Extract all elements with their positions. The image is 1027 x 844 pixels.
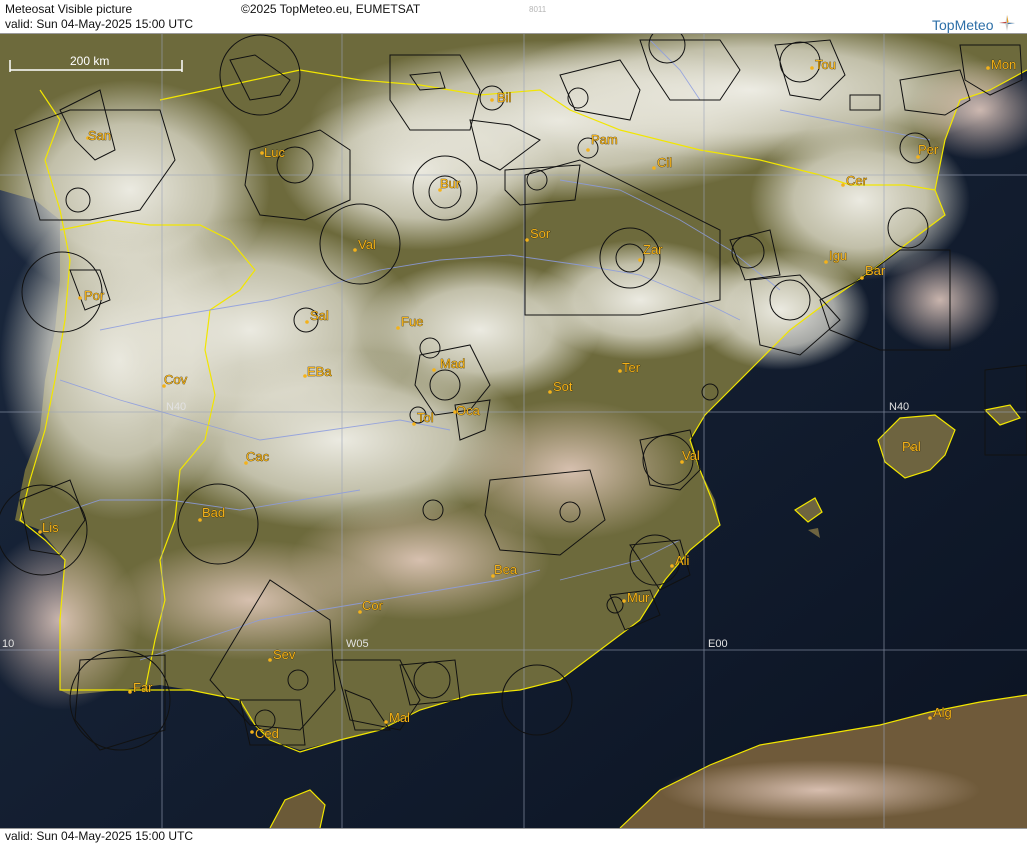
place-label: Mon — [991, 57, 1016, 72]
place-per[interactable]: Per — [916, 142, 939, 159]
place-label: Cac — [246, 449, 270, 464]
place-label: Por — [84, 288, 105, 303]
place-label: Cil — [657, 155, 672, 170]
scale-label: 200 km — [70, 54, 109, 68]
place-label: Luc — [264, 145, 285, 160]
place-tou[interactable]: Tou — [810, 57, 836, 72]
place-san[interactable]: San — [86, 128, 111, 143]
place-label: Bea — [494, 562, 518, 577]
place-label: Bur — [440, 176, 461, 191]
footer: valid: Sun 04-May-2025 15:00 UTC — [0, 828, 1027, 844]
place-val-east[interactable]: Val — [680, 448, 700, 464]
place-label: Alg — [933, 705, 952, 720]
place-ced[interactable]: Ced — [250, 726, 279, 741]
place-label: Per — [918, 142, 939, 157]
place-label: Bil — [497, 90, 512, 105]
map-canvas: 200 km N40 N40 10 W05 E00 San Luc Bil Pa… — [0, 34, 1027, 828]
valid-time-header: valid: Sun 04-May-2025 15:00 UTC — [5, 17, 194, 31]
place-cov[interactable]: Cov — [162, 372, 188, 388]
place-bur[interactable]: Bur — [438, 176, 461, 192]
place-label: Val — [682, 448, 700, 463]
place-label: Ced — [255, 726, 279, 741]
place-label: Lis — [42, 520, 59, 535]
place-label: Sal — [310, 308, 329, 323]
logo-text: TopMeteo — [932, 17, 994, 33]
logo-star-icon — [999, 15, 1016, 31]
place-label: Cov — [164, 372, 188, 387]
place-label: Zar — [643, 242, 663, 257]
header: Meteosat Visible picture ©2025 TopMeteo.… — [0, 0, 1027, 34]
grid-label-e00: E00 — [708, 638, 728, 650]
copyright-text: ©2025 TopMeteo.eu, EUMETSAT — [241, 2, 421, 16]
place-fue[interactable]: Fue — [396, 314, 424, 330]
place-pal[interactable]: Pal — [902, 439, 922, 455]
place-label: Oca — [456, 403, 481, 418]
place-cer[interactable]: Cer — [841, 173, 868, 188]
satellite-map[interactable]: 200 km N40 N40 10 W05 E00 San Luc Bil Pa… — [0, 34, 1027, 828]
place-sev[interactable]: Sev — [268, 647, 296, 662]
place-lis[interactable]: Lis — [38, 520, 59, 535]
place-label: Sev — [273, 647, 296, 662]
place-oca[interactable]: Oca — [453, 403, 481, 418]
place-label: Bar — [865, 263, 886, 278]
place-label: EBa — [307, 364, 332, 379]
grid-label-w10: 10 — [2, 638, 14, 650]
grid-label-w05: W05 — [346, 638, 369, 650]
place-bar[interactable]: Bar — [860, 263, 886, 280]
place-label: Bad — [202, 505, 225, 520]
place-label: Mal — [389, 710, 410, 725]
image-title: Meteosat Visible picture — [5, 2, 133, 16]
place-label: Mur — [627, 590, 650, 605]
place-label: Pal — [902, 439, 921, 454]
place-label: Cer — [846, 173, 868, 188]
place-bea[interactable]: Bea — [491, 562, 518, 578]
place-eba[interactable]: EBa — [303, 364, 333, 379]
image-code: 8011 — [529, 5, 547, 14]
place-cor[interactable]: Cor — [358, 598, 384, 614]
place-mon[interactable]: Mon — [986, 57, 1017, 72]
place-label: Ter — [622, 360, 641, 375]
place-bad[interactable]: Bad — [198, 505, 225, 522]
place-label: Ali — [675, 553, 690, 568]
topmeteo-logo[interactable]: TopMeteo — [932, 13, 1017, 33]
place-label: Tou — [815, 57, 836, 72]
place-cac[interactable]: Cac — [244, 449, 270, 465]
place-label: Val — [358, 237, 376, 252]
place-label: Cor — [362, 598, 384, 613]
valid-time-footer: valid: Sun 04-May-2025 15:00 UTC — [5, 829, 194, 843]
place-mal[interactable]: Mal — [384, 710, 410, 725]
place-label: Pam — [591, 132, 618, 147]
grid-label-n40-west: N40 — [166, 401, 186, 413]
grid-label-n40-east: N40 — [889, 401, 909, 413]
place-label: Igu — [829, 248, 847, 263]
place-label: Far — [133, 680, 153, 695]
place-label: Tol — [417, 410, 434, 425]
place-ter[interactable]: Ter — [618, 360, 641, 375]
place-label: Mad — [440, 356, 465, 371]
place-sor[interactable]: Sor — [525, 226, 551, 242]
place-label: Sor — [530, 226, 551, 241]
place-label: Fue — [401, 314, 423, 329]
place-luc[interactable]: Luc — [260, 145, 286, 160]
place-label: San — [88, 128, 111, 143]
place-label: Sot — [553, 379, 573, 394]
place-mur[interactable]: Mur — [622, 590, 650, 605]
